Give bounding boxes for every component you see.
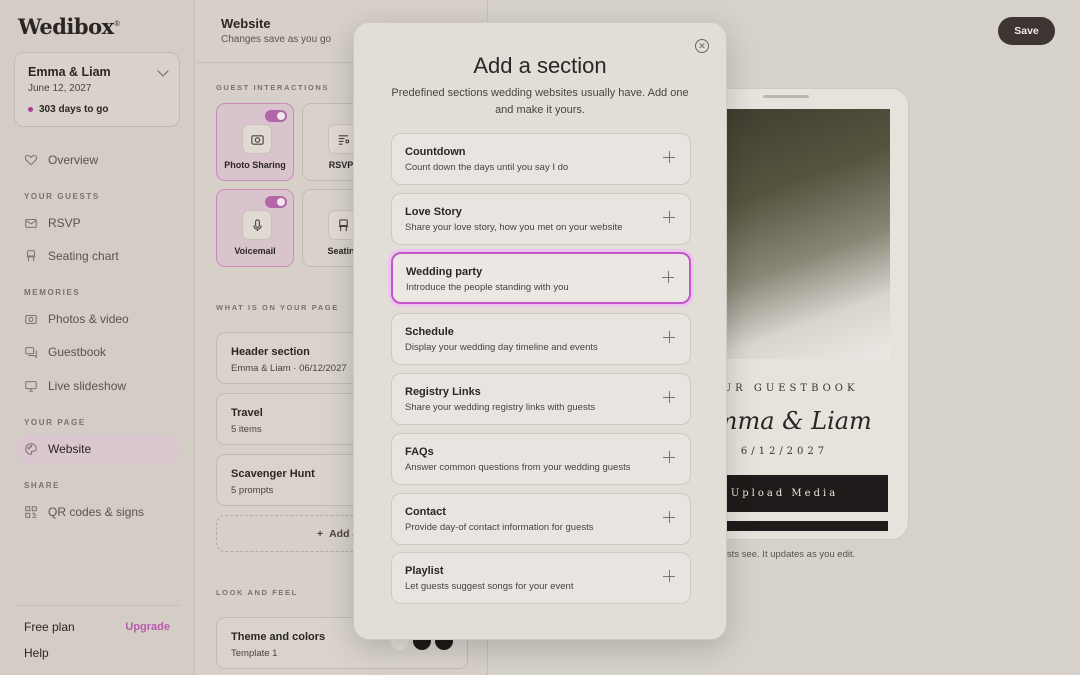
status-dot [28,107,33,112]
qr-code-icon [24,505,38,519]
nav-section-page: YOUR PAGE [24,418,86,427]
app-logo[interactable]: Wedibox® [18,14,121,39]
feature-voicemail[interactable]: Voicemail [216,189,294,267]
guest-interactions-label: GUEST INTERACTIONS [216,83,329,92]
plus-icon [663,570,675,582]
plus-icon [663,151,675,163]
page-title: Website [221,16,271,31]
toggle-switch[interactable] [265,110,287,122]
section-option-wedding-party[interactable]: Wedding party Introduce the people stand… [391,252,691,304]
plus-icon [663,211,675,223]
section-option-playlist[interactable]: Playlist Let guests suggest songs for yo… [391,552,691,604]
nav-section-guests: YOUR GUESTS [24,192,100,201]
camera-icon [242,124,272,154]
section-option-countdown[interactable]: Countdown Count down the days until you … [391,133,691,185]
save-button[interactable]: Save [998,17,1055,45]
section-option-faqs[interactable]: FAQs Answer common questions from your w… [391,433,691,485]
nav-section-memories: MEMORIES [24,288,81,297]
plus-icon [663,331,675,343]
modal-title: Add a section [473,53,607,78]
chevron-down-icon [157,65,169,77]
sidebar-item-qr[interactable]: QR codes & signs [14,497,180,527]
event-date: June 12, 2027 [28,83,92,94]
phone-notch [763,95,809,98]
sidebar-item-seating[interactable]: Seating chart [14,241,180,271]
sidebar: Wedibox® Emma & Liam June 12, 2027 303 d… [0,0,195,675]
microphone-icon [242,210,272,240]
section-option-contact[interactable]: Contact Provide day-of contact informati… [391,493,691,545]
modal-description: Predefined sections wedding websites usu… [391,87,689,116]
heart-icon [24,153,38,167]
sidebar-footer: Free plan Upgrade Help [14,605,180,675]
feature-photo-sharing[interactable]: Photo Sharing [216,103,294,181]
add-section-modal: ✕ Add a section Predefined sections wedd… [353,22,727,640]
help-link[interactable]: Help [24,646,49,660]
palette-icon [24,442,38,456]
on-page-label: WHAT IS ON YOUR PAGE [216,303,339,312]
event-countdown: 303 days to go [28,104,108,115]
envelope-icon [24,216,38,230]
chat-icon [24,345,38,359]
look-and-feel-label: LOOK AND FEEL [216,588,298,597]
upgrade-link[interactable]: Upgrade [125,621,170,633]
section-option-registry-links[interactable]: Registry Links Share your wedding regist… [391,373,691,425]
section-option-love-story[interactable]: Love Story Share your love story, how yo… [391,193,691,245]
camera-icon [24,312,38,326]
sidebar-item-rsvp[interactable]: RSVP [14,208,180,238]
sidebar-item-overview[interactable]: Overview [14,145,180,175]
plus-icon [663,511,675,523]
page-subtitle: Changes save as you go [221,34,332,45]
sidebar-item-guestbook[interactable]: Guestbook [14,337,180,367]
monitor-icon [24,379,38,393]
plus-icon: + [316,527,324,540]
plus-icon [662,271,674,283]
close-icon[interactable]: ✕ [695,39,709,53]
sidebar-item-website[interactable]: Website [14,434,180,464]
chair-icon [24,249,38,263]
nav-section-share: SHARE [24,481,61,490]
plus-icon [663,451,675,463]
sidebar-item-slideshow[interactable]: Live slideshow [14,371,180,401]
sidebar-item-photos[interactable]: Photos & video [14,304,180,334]
section-option-schedule[interactable]: Schedule Display your wedding day timeli… [391,313,691,365]
event-selector[interactable]: Emma & Liam June 12, 2027 303 days to go [14,52,180,127]
toggle-switch[interactable] [265,196,287,208]
plus-icon [663,391,675,403]
event-names: Emma & Liam [28,65,111,79]
plan-label: Free plan [24,620,75,634]
